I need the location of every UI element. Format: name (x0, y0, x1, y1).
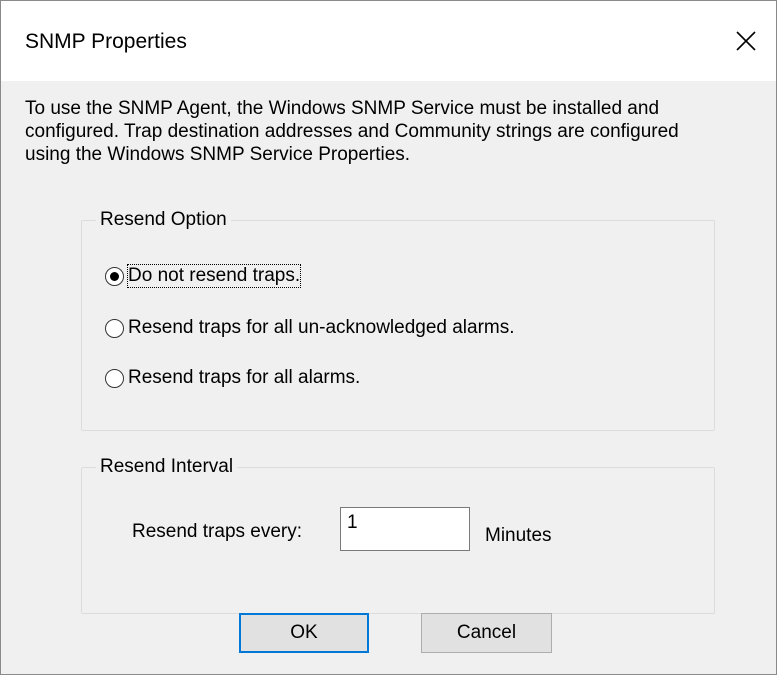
close-icon (736, 31, 756, 51)
description-line: configured. Trap destination addresses a… (25, 121, 679, 142)
radio-resend-unacknowledged[interactable]: Resend traps for all un-acknowledged ala… (105, 317, 515, 339)
radio-unselected-indicator (105, 368, 124, 388)
resend-interval-input[interactable] (340, 507, 470, 551)
radio-unselected-indicator (105, 318, 124, 338)
ok-button[interactable]: OK (239, 613, 369, 653)
cancel-button[interactable]: Cancel (421, 613, 552, 653)
radio-label: Do not resend traps. (126, 264, 302, 288)
description-line: using the Windows SNMP Service Propertie… (25, 144, 411, 165)
radio-label: Resend traps for all un-acknowledged ala… (128, 317, 515, 338)
resend-interval-label: Resend traps every: (132, 521, 303, 542)
description-line: To use the SNMP Agent, the Windows SNMP … (25, 98, 660, 119)
radio-selected-indicator (105, 266, 124, 286)
radio-resend-all-alarms[interactable]: Resend traps for all alarms. (105, 367, 360, 389)
dialog-title: SNMP Properties (25, 30, 187, 53)
resend-option-legend: Resend Option (100, 209, 227, 230)
title-bar: SNMP Properties (1, 1, 776, 81)
radio-label: Resend traps for all alarms. (128, 367, 361, 388)
description-text: To use the SNMP Agent, the Windows SNMP … (25, 97, 765, 166)
radio-do-not-resend[interactable]: Do not resend traps. (105, 264, 302, 288)
radio-dot (110, 271, 119, 281)
snmp-properties-dialog: SNMP Properties To use the SNMP Agent, t… (0, 0, 777, 675)
interval-units-label: Minutes (485, 525, 552, 546)
resend-interval-legend: Resend Interval (100, 456, 234, 477)
close-button[interactable] (724, 19, 768, 63)
